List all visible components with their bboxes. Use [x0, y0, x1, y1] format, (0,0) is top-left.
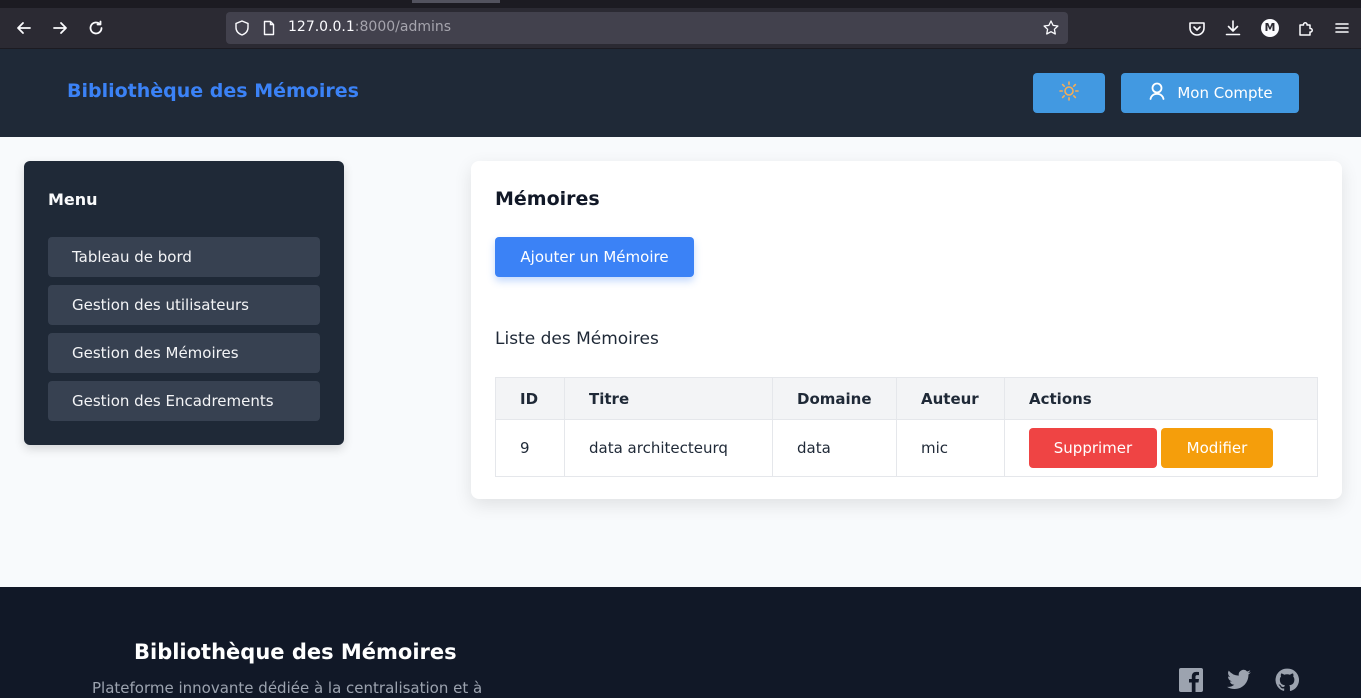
browser-tabstrip [0, 0, 1361, 8]
table-header-row: ID Titre Domaine Auteur Actions [495, 377, 1318, 420]
column-header-titre: Titre [564, 377, 773, 420]
footer-title: Bibliothèque des Mémoires [134, 640, 457, 664]
shield-icon[interactable] [233, 19, 251, 37]
back-icon[interactable] [13, 17, 35, 39]
memoires-table: ID Titre Domaine Auteur Actions 9 data a… [495, 377, 1318, 477]
profile-avatar[interactable]: M [1261, 19, 1279, 37]
browser-toolbar: 127.0.0.1:8000/admins M [0, 0, 1361, 49]
twitter-icon[interactable] [1226, 667, 1252, 693]
column-header-actions: Actions [1004, 377, 1318, 420]
account-button[interactable]: Mon Compte [1121, 73, 1299, 113]
cell-actions: Supprimer Modifier [1004, 419, 1318, 477]
sidebar-item-encadrements[interactable]: Gestion des Encadrements [48, 381, 320, 421]
column-header-auteur: Auteur [896, 377, 1005, 420]
column-header-id: ID [495, 377, 565, 420]
cell-auteur: mic [896, 419, 1005, 477]
table-row: 9 data architecteurq data mic Supprimer M… [495, 419, 1318, 477]
theme-toggle-button[interactable] [1033, 73, 1105, 113]
facebook-icon[interactable] [1178, 667, 1204, 693]
sidebar-item-memoires[interactable]: Gestion des Mémoires [48, 333, 320, 373]
cell-id: 9 [495, 419, 565, 477]
footer: Bibliothèque des Mémoires Plateforme inn… [0, 587, 1361, 698]
sidebar-item-users[interactable]: Gestion des utilisateurs [48, 285, 320, 325]
github-icon[interactable] [1274, 667, 1300, 693]
url-text[interactable]: 127.0.0.1:8000/admins [288, 19, 451, 35]
page-title: Mémoires [495, 188, 600, 210]
browser-tab[interactable] [412, 0, 500, 3]
bookmark-star-icon[interactable] [1042, 19, 1060, 37]
sidebar-title: Menu [48, 190, 98, 209]
cell-titre: data architecteurq [564, 419, 773, 477]
memoires-card: Mémoires Ajouter un Mémoire Liste des Mé… [471, 161, 1342, 499]
user-icon [1147, 81, 1167, 105]
list-title: Liste des Mémoires [495, 329, 659, 349]
menu-icon[interactable] [1331, 17, 1353, 39]
sidebar: Menu Tableau de bord Gestion des utilisa… [24, 161, 344, 445]
pocket-icon[interactable] [1186, 17, 1208, 39]
app-header: Bibliothèque des Mémoires Mon Compte [0, 49, 1361, 137]
brand-title[interactable]: Bibliothèque des Mémoires [67, 80, 359, 102]
delete-button[interactable]: Supprimer [1029, 428, 1157, 468]
page-icon[interactable] [260, 19, 278, 37]
footer-description: Plateforme innovante dédiée à la central… [92, 679, 483, 697]
sun-icon [1058, 80, 1080, 106]
sidebar-item-dashboard[interactable]: Tableau de bord [48, 237, 320, 277]
cell-domaine: data [772, 419, 897, 477]
column-header-domaine: Domaine [772, 377, 897, 420]
edit-button[interactable]: Modifier [1161, 428, 1273, 468]
download-icon[interactable] [1222, 17, 1244, 39]
account-label: Mon Compte [1177, 84, 1273, 102]
reload-icon[interactable] [85, 17, 107, 39]
add-memoire-button[interactable]: Ajouter un Mémoire [495, 237, 694, 277]
address-bar[interactable]: 127.0.0.1:8000/admins [226, 12, 1068, 44]
extensions-icon[interactable] [1295, 17, 1317, 39]
forward-icon[interactable] [49, 17, 71, 39]
